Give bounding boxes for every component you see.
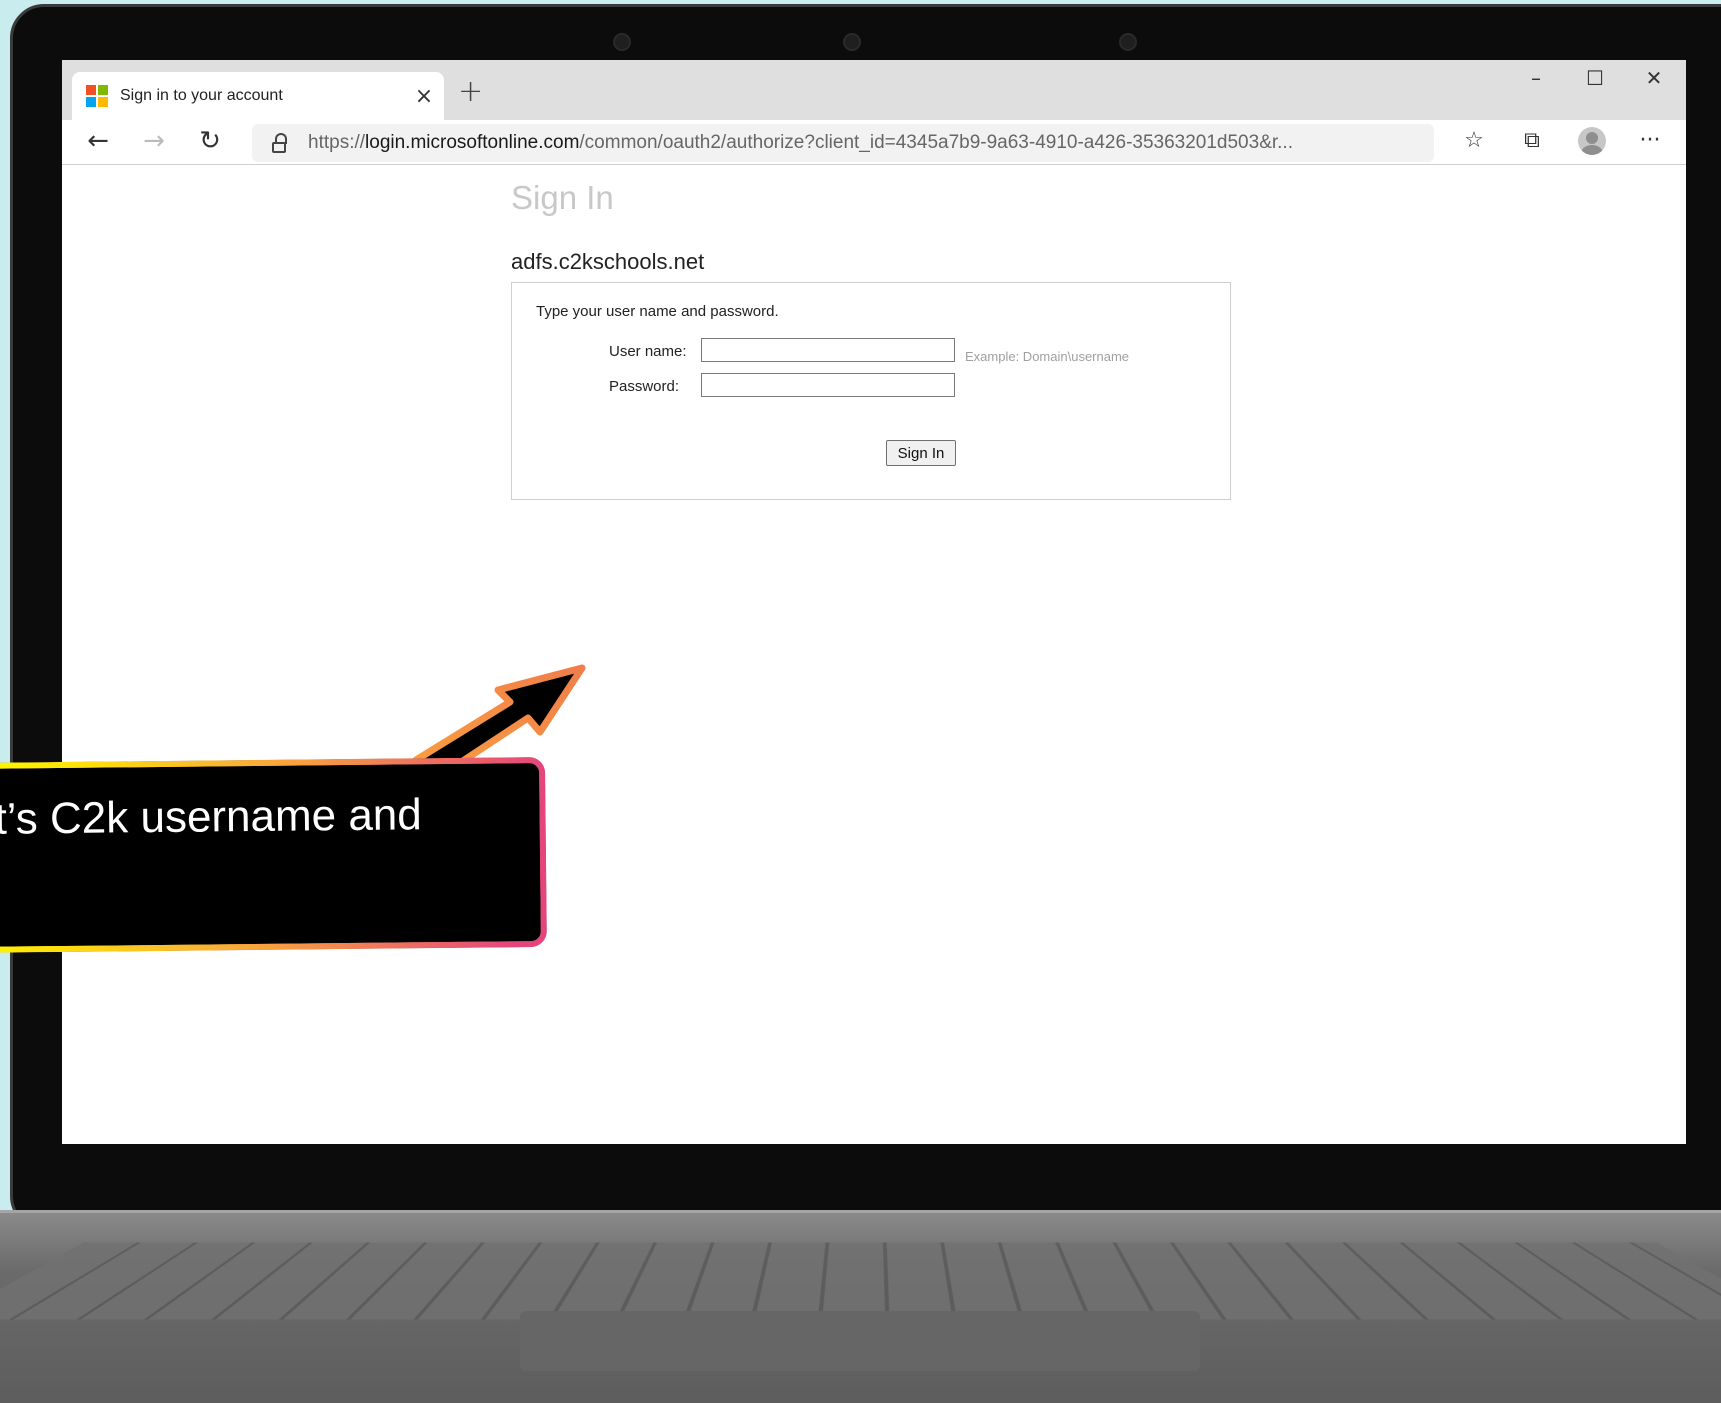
laptop-base [0,1210,1721,1403]
address-bar-row: ← → ↻ https://login.microsoftonline.com/… [62,120,1686,165]
profile-avatar-icon[interactable] [1578,127,1606,155]
url-field[interactable]: https://login.microsoftonline.com/common… [252,124,1434,162]
password-field[interactable] [701,373,955,397]
sign-in-button[interactable]: Sign In [886,440,956,466]
username-hint: Example: Domain\username [965,349,1130,364]
domain-label: adfs.c2kschools.net [511,249,705,274]
tutorial-callout: ent’s C2k username and [0,756,547,954]
new-tab-icon[interactable]: + [458,74,483,109]
collections-icon[interactable]: ⧉ [1514,128,1550,153]
instruction-text: Type your user name and password. [536,303,779,320]
username-label: User name: [609,343,687,360]
trackpad [520,1311,1200,1371]
maximize-icon[interactable]: ☐ [1575,66,1615,90]
browser-tab[interactable]: Sign in to your account × [72,72,444,120]
back-arrow-icon[interactable]: ← [80,126,116,156]
close-tab-icon[interactable]: × [410,84,438,109]
minimize-icon[interactable]: – [1516,66,1556,90]
callout-text: ent’s C2k username and [0,790,422,845]
password-label: Password: [609,378,680,395]
tab-title: Sign in to your account [120,87,283,104]
page-title: Sign In [511,179,614,216]
sensor-dot [613,33,631,51]
more-options-icon[interactable]: ··· [1632,128,1668,153]
camera-lens [843,33,861,51]
forward-arrow-icon[interactable]: → [136,126,172,156]
refresh-icon[interactable]: ↻ [192,126,228,156]
microsoft-logo-icon [86,85,108,107]
favorites-icon[interactable]: ☆ [1456,128,1492,153]
tab-strip: Sign in to your account × + – ☐ ✕ [62,60,1686,120]
browser-window: Sign in to your account × + – ☐ ✕ ← → ↻ … [62,60,1686,1144]
page-content: Sign In adfs.c2kschools.net Type your us… [62,165,1686,1144]
lock-icon [272,133,288,153]
username-field[interactable] [701,338,955,362]
url-text: https://login.microsoftonline.com/common… [308,132,1293,153]
window-close-icon[interactable]: ✕ [1634,66,1674,90]
login-form: Type your user name and password. User n… [511,282,1231,500]
keyboard [0,1242,1721,1320]
sensor-dot [1119,33,1137,51]
